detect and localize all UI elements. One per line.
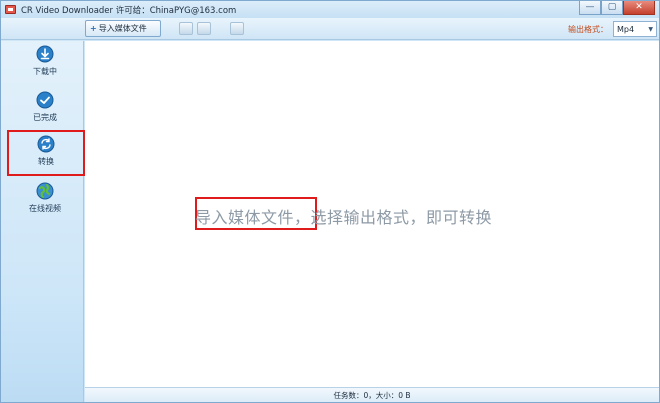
close-button[interactable]: ✕ xyxy=(623,1,655,15)
toolbar: + 导入媒体文件 输出格式： Mp4 ▼ xyxy=(1,18,659,40)
empty-state-hint: 导入媒体文件，选择输出格式，即可转换 xyxy=(195,208,493,227)
sidebar-item-label: 在线视频 xyxy=(29,204,61,213)
sidebar-item-label: 下载中 xyxy=(33,67,57,76)
import-media-button[interactable]: + 导入媒体文件 xyxy=(85,20,161,37)
sidebar-item-label: 转换 xyxy=(38,157,54,166)
minimize-button[interactable]: — xyxy=(579,1,601,15)
app-window: CR Video Downloader 许可给：ChinaPYG@163.com… xyxy=(0,0,660,403)
maximize-button[interactable]: ▢ xyxy=(601,1,623,15)
checkmark-icon xyxy=(36,91,54,109)
main-content[interactable]: 导入媒体文件，选择输出格式，即可转换 xyxy=(85,41,659,387)
globe-icon xyxy=(36,182,54,200)
status-bar: 任务数：0，大小：0 B xyxy=(85,387,659,402)
delete-icon[interactable] xyxy=(230,22,244,35)
status-text: 任务数：0，大小：0 B xyxy=(333,390,411,400)
output-format-select[interactable]: Mp4 ▼ xyxy=(613,21,657,37)
chevron-down-icon: ▼ xyxy=(648,25,653,33)
import-media-label: 导入媒体文件 xyxy=(98,24,147,33)
sidebar: 下载中 已完成 转换 在线视频 xyxy=(1,41,85,402)
download-icon xyxy=(36,45,54,63)
sidebar-item-downloading[interactable]: 下载中 xyxy=(7,42,83,82)
output-format-value: Mp4 xyxy=(617,24,635,34)
sidebar-item-convert[interactable]: 转换 xyxy=(7,130,85,176)
app-logo-icon xyxy=(5,5,16,14)
sidebar-item-label: 已完成 xyxy=(33,113,57,122)
window-controls: — ▢ ✕ xyxy=(579,1,655,15)
output-format-label: 输出格式： xyxy=(568,25,608,34)
title-bar[interactable]: CR Video Downloader 许可给：ChinaPYG@163.com… xyxy=(1,1,659,18)
add-icon: + xyxy=(90,24,97,33)
pause-icon[interactable] xyxy=(197,22,211,35)
sidebar-item-online-video[interactable]: 在线视频 xyxy=(7,179,83,219)
start-icon[interactable] xyxy=(179,22,193,35)
sidebar-item-completed[interactable]: 已完成 xyxy=(7,88,83,128)
convert-icon xyxy=(37,135,55,153)
window-title: CR Video Downloader 许可给：ChinaPYG@163.com xyxy=(21,5,237,16)
